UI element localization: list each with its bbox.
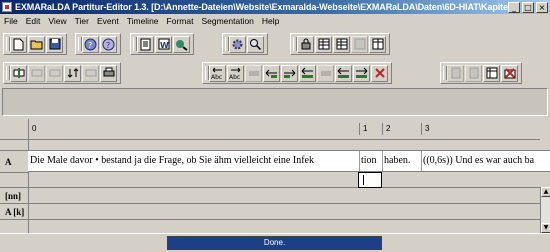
toolbar-group-events: Abc Abc	[202, 62, 392, 84]
delete-event-icon[interactable]	[371, 64, 388, 82]
text-caret	[363, 175, 364, 185]
settings-icon[interactable]	[229, 35, 246, 53]
row-separator	[0, 187, 540, 188]
toolbar-group-edit	[440, 62, 522, 84]
row-separator	[0, 219, 540, 220]
abc-left-icon[interactable]: Abc	[209, 64, 226, 82]
event-cell[interactable]: ((0,6s)) Und es war auch ba	[421, 151, 550, 171]
svg-text:Abc: Abc	[229, 74, 240, 80]
menu-tier[interactable]: Tier	[75, 16, 89, 26]
tier-print-icon[interactable]	[100, 64, 117, 82]
help-icon[interactable]: ?	[82, 35, 99, 53]
arrow-left-icon[interactable]	[335, 64, 352, 82]
toolbar-tier: Abc Abc	[0, 59, 550, 87]
tier-label[interactable]: [nn]	[0, 187, 28, 203]
menu-edit[interactable]: Edit	[26, 16, 41, 26]
split-left-icon[interactable]	[263, 64, 280, 82]
maximize-button[interactable]: □	[522, 1, 534, 13]
menu-view[interactable]: View	[48, 16, 66, 26]
timeline-tick[interactable]: 1	[359, 123, 367, 135]
add-tier-icon[interactable]	[10, 64, 27, 82]
lock-icon[interactable]	[297, 35, 314, 53]
remove-tier-icon[interactable]	[28, 64, 45, 82]
toolbar-group-export: W	[130, 33, 194, 55]
timeline-tick[interactable]: 2	[382, 123, 390, 135]
partitur-grid[interactable]: 0 1 2 3	[0, 119, 550, 233]
scroll-up-button[interactable]: ▲	[541, 187, 550, 197]
shift-left-icon[interactable]	[299, 64, 316, 82]
svg-text:Abc: Abc	[211, 74, 222, 80]
paste-icon[interactable]	[465, 64, 482, 82]
open-folder-icon[interactable]	[28, 35, 45, 53]
merge-icon[interactable]	[245, 64, 262, 82]
event-cell[interactable]: haben.	[382, 151, 421, 171]
timeline-ruler: 0 1 2 3	[28, 123, 550, 135]
row-separator	[0, 203, 540, 204]
row-separator	[0, 139, 540, 140]
menu-bar: File Edit View Tier Event Timeline Forma…	[0, 14, 550, 28]
status-bar: Done.	[0, 233, 550, 252]
help-context-icon[interactable]: ?	[100, 35, 117, 53]
svg-text:?: ?	[88, 41, 92, 50]
app-icon	[2, 2, 12, 12]
vertical-scrollbar[interactable]: ▲ ▼	[540, 187, 550, 233]
tier-label[interactable]	[0, 172, 28, 187]
tier-label[interactable]: A	[0, 150, 28, 172]
menu-help[interactable]: Help	[262, 16, 279, 26]
event-edit-cell[interactable]	[358, 172, 382, 188]
tier-row-a: Die Male davor • bestand ja die Frage, o…	[28, 150, 550, 172]
timeline-tick[interactable]: 0	[28, 123, 36, 135]
toolbar-group-file	[3, 33, 67, 55]
window-title: EXMARaLDA Partitur-Editor 1.3. [D:\Annet…	[15, 2, 508, 12]
abc-right-icon[interactable]: Abc	[227, 64, 244, 82]
word-export-icon[interactable]: W	[155, 35, 172, 53]
tier-sort-icon[interactable]	[64, 64, 81, 82]
title-bar: EXMARaLDA Partitur-Editor 1.3. [D:\Annet…	[0, 0, 550, 14]
toolbar-group-help: ? ?	[75, 33, 121, 55]
svg-text:?: ?	[106, 41, 110, 50]
timeline-tick[interactable]: 3	[421, 123, 429, 135]
delete-icon[interactable]	[501, 64, 518, 82]
table-icon[interactable]	[351, 35, 368, 53]
table-icon[interactable]	[315, 35, 332, 53]
toolbar-group-tools	[222, 33, 268, 55]
menu-file[interactable]: File	[4, 16, 18, 26]
tier-label[interactable]: A [k]	[0, 203, 28, 219]
copy-icon[interactable]	[447, 64, 464, 82]
toolbar-group-table	[290, 33, 390, 55]
event-cell[interactable]: tion	[359, 151, 382, 171]
search-icon[interactable]	[247, 35, 264, 53]
move-tier-icon[interactable]	[46, 64, 63, 82]
table-icon[interactable]	[333, 35, 350, 53]
tier-info-field[interactable]	[2, 88, 548, 116]
minimize-button[interactable]: _	[508, 1, 520, 13]
menu-event[interactable]: Event	[97, 16, 119, 26]
toolbar-file: ? ? W	[0, 30, 550, 58]
document-icon[interactable]	[137, 35, 154, 53]
new-document-icon[interactable]	[10, 35, 27, 53]
split-right-icon[interactable]	[281, 64, 298, 82]
save-icon[interactable]	[46, 35, 63, 53]
table-icon[interactable]	[369, 35, 386, 53]
web-export-icon[interactable]	[173, 35, 190, 53]
properties-icon[interactable]	[483, 64, 500, 82]
toolbar-group-tiers	[3, 62, 121, 84]
arrow-right-icon[interactable]	[353, 64, 370, 82]
status-progress: Done.	[167, 236, 382, 250]
menu-timeline[interactable]: Timeline	[127, 16, 159, 26]
shift-right-icon[interactable]	[317, 64, 334, 82]
tier-props-icon[interactable]	[82, 64, 99, 82]
menu-segmentation[interactable]: Segmentation	[201, 16, 253, 26]
svg-text:W: W	[160, 41, 169, 50]
close-button[interactable]: ×	[536, 1, 548, 13]
column-divider	[28, 119, 29, 233]
scroll-down-button[interactable]: ▼	[541, 223, 550, 233]
event-cell[interactable]: Die Male davor • bestand ja die Frage, o…	[28, 151, 359, 171]
menu-format[interactable]: Format	[167, 16, 194, 26]
